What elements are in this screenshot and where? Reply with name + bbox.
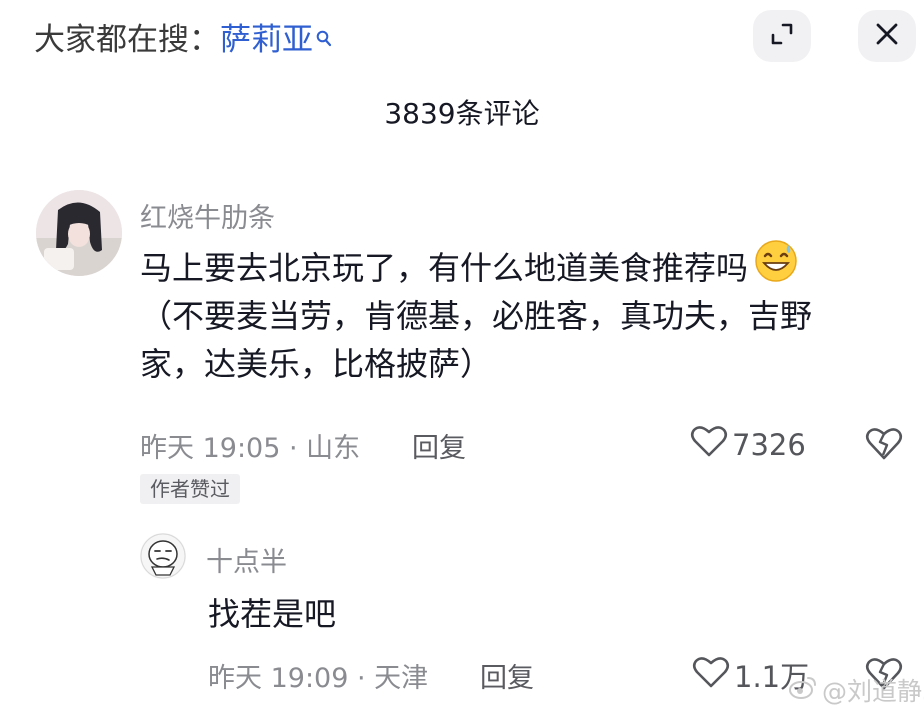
comment-line-3: 家，达美乐，比格披萨）	[140, 345, 493, 383]
dislike-button[interactable]	[864, 425, 904, 465]
heart-outline-icon	[690, 424, 728, 465]
reply-reply-button[interactable]: 回复	[480, 656, 534, 695]
trending-search-hint: 大家都在搜：萨莉亚	[34, 14, 332, 59]
trending-search-term-link[interactable]: 萨莉亚	[220, 22, 313, 58]
avatar[interactable]	[36, 190, 122, 276]
close-button[interactable]	[858, 10, 916, 62]
watermark-text: @刘道静53	[822, 677, 924, 706]
reply-text: 找茬是吧	[208, 595, 337, 633]
comment-username[interactable]: 红烧牛肋条	[140, 196, 275, 235]
comment-timestamp-location: 昨天 19:05 · 山东	[140, 433, 361, 464]
comment-text: 马上要去北京玩了，有什么地道美食推荐吗 （不要麦当劳，肯德基，必胜客，真功夫，吉…	[140, 239, 900, 388]
broken-heart-icon	[864, 425, 904, 465]
author-liked-badge: 作者赞过	[140, 474, 240, 504]
comment-line-1: 马上要去北京玩了，有什么地道美食推荐吗	[140, 249, 749, 287]
reply-avatar[interactable]	[140, 533, 186, 579]
grinning-sweat-emoji-icon	[754, 239, 798, 296]
like-count: 7326	[732, 427, 806, 462]
search-icon[interactable]	[316, 20, 332, 56]
reply-timestamp-location: 昨天 19:09 · 天津	[208, 663, 429, 694]
heart-outline-icon	[692, 655, 730, 696]
search-prefix-label: 大家都在搜：	[34, 22, 220, 58]
expand-icon	[769, 21, 795, 51]
reply-button[interactable]: 回复	[412, 426, 466, 465]
close-icon	[874, 21, 900, 51]
comment-line-2: （不要麦当劳，肯德基，必胜客，真功夫，吉野	[140, 297, 813, 335]
expand-button[interactable]	[753, 10, 811, 62]
reply-username[interactable]: 十点半	[206, 540, 287, 579]
weibo-logo-icon	[788, 674, 818, 706]
weibo-watermark: @刘道静53	[788, 672, 924, 708]
like-button[interactable]: 7326	[690, 424, 806, 465]
comments-count-title: 3839条评论	[384, 97, 540, 130]
